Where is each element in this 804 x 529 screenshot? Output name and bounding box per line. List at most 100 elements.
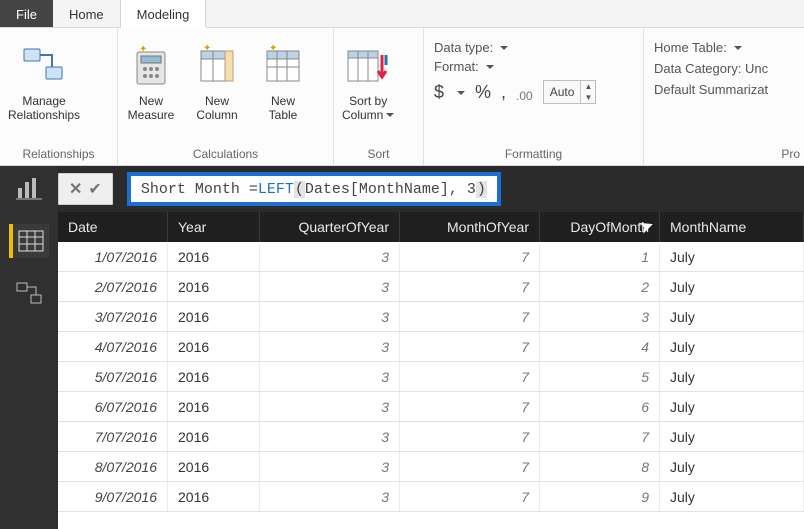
group-caption-relationships: Relationships xyxy=(0,145,117,165)
group-caption-calculations: Calculations xyxy=(118,145,333,165)
cell-monthname: July xyxy=(660,452,804,481)
report-view-button[interactable] xyxy=(9,172,49,206)
grid-body[interactable]: 1/07/20162016371July2/07/20162016372July… xyxy=(58,242,804,529)
cell-monthname: July xyxy=(660,242,804,271)
sort-icon xyxy=(346,38,390,94)
model-view-button[interactable] xyxy=(9,276,49,310)
data-category-label: Data Category: Unc xyxy=(654,61,768,76)
col-header-date[interactable]: Date xyxy=(58,212,168,242)
cell-month: 7 xyxy=(400,302,540,331)
format-dropdown[interactable] xyxy=(483,59,494,74)
cell-date: 3/07/2016 xyxy=(58,302,168,331)
cell-day: 8 xyxy=(540,452,660,481)
ribbon-group-properties: Home Table: Data Category: Unc Default S… xyxy=(644,28,804,165)
table-row[interactable]: 9/07/20162016379July xyxy=(58,482,804,512)
new-measure-label: New Measure xyxy=(128,94,175,122)
comma-button[interactable]: , xyxy=(501,82,506,103)
data-type-dropdown[interactable] xyxy=(497,40,508,55)
cancel-formula-button[interactable]: ✕ xyxy=(69,179,82,199)
cell-quarter: 3 xyxy=(260,482,400,511)
cell-day: 2 xyxy=(540,272,660,301)
formula-args: Dates[MonthName], 3 xyxy=(305,181,476,198)
currency-button[interactable]: $ xyxy=(434,82,444,103)
table-row[interactable]: 2/07/20162016372July xyxy=(58,272,804,302)
stepper-down-icon[interactable]: ▼ xyxy=(581,92,595,103)
col-header-quarter[interactable]: QuarterOfYear xyxy=(260,212,400,242)
formula-bar-row: ✕ ✔ Short Month = LEFT( Dates[MonthName]… xyxy=(0,166,804,212)
data-view-button[interactable] xyxy=(9,224,49,258)
table-row[interactable]: 4/07/20162016374July xyxy=(58,332,804,362)
cell-year: 2016 xyxy=(168,332,260,361)
cell-day: 1 xyxy=(540,242,660,271)
view-rail xyxy=(0,166,58,529)
new-measure-button[interactable]: ✦ New Measure xyxy=(118,34,184,145)
manage-relationships-button[interactable]: Manage Relationships xyxy=(0,34,88,145)
tab-strip: File Home Modeling xyxy=(0,0,804,28)
formula-actions: ✕ ✔ xyxy=(58,173,113,205)
home-table-dropdown[interactable] xyxy=(731,40,742,55)
table-row[interactable]: 8/07/20162016378July xyxy=(58,452,804,482)
tab-file[interactable]: File xyxy=(0,0,53,27)
cell-quarter: 3 xyxy=(260,422,400,451)
cell-day: 5 xyxy=(540,362,660,391)
table-row[interactable]: 7/07/20162016377July xyxy=(58,422,804,452)
new-column-button[interactable]: ✦ New Column xyxy=(184,34,250,145)
col-header-monthname[interactable]: MonthName xyxy=(660,212,804,242)
percent-button[interactable]: % xyxy=(475,82,491,103)
cell-date: 7/07/2016 xyxy=(58,422,168,451)
cell-month: 7 xyxy=(400,392,540,421)
cell-year: 2016 xyxy=(168,362,260,391)
group-caption-formatting: Formatting xyxy=(424,145,643,165)
ribbon-group-formatting: Data type: Format: $ % , .00 Auto ▲▼ For… xyxy=(424,28,644,165)
formula-input[interactable]: Short Month = LEFT( Dates[MonthName], 3 … xyxy=(127,172,501,206)
col-header-year[interactable]: Year xyxy=(168,212,260,242)
formula-prefix: Short Month = xyxy=(141,181,258,198)
relationship-icon xyxy=(16,282,42,304)
cell-day: 4 xyxy=(540,332,660,361)
grid-header: Date Year QuarterOfYear MonthOfYear DayO… xyxy=(58,212,804,242)
currency-dropdown[interactable] xyxy=(454,85,465,100)
formula-close-paren: ) xyxy=(476,181,487,198)
cell-quarter: 3 xyxy=(260,392,400,421)
data-grid: Date Year QuarterOfYear MonthOfYear DayO… xyxy=(58,212,804,529)
tab-home[interactable]: Home xyxy=(53,0,121,27)
table-row[interactable]: 6/07/20162016376July xyxy=(58,392,804,422)
sort-by-column-button[interactable]: Sort by Column xyxy=(334,34,402,145)
cell-year: 2016 xyxy=(168,482,260,511)
data-type-label: Data type: xyxy=(434,40,493,55)
formula-open-paren: ( xyxy=(294,181,305,198)
col-header-month[interactable]: MonthOfYear xyxy=(400,212,540,242)
group-caption-properties: Pro xyxy=(644,145,804,165)
cell-monthname: July xyxy=(660,392,804,421)
decimals-button[interactable]: .00 xyxy=(516,89,533,103)
new-table-label: New Table xyxy=(269,94,298,122)
commit-formula-button[interactable]: ✔ xyxy=(88,179,101,199)
cell-monthname: July xyxy=(660,272,804,301)
cell-quarter: 3 xyxy=(260,332,400,361)
tab-modeling[interactable]: Modeling xyxy=(121,0,207,28)
table-row[interactable]: 5/07/20162016375July xyxy=(58,362,804,392)
cell-day: 7 xyxy=(540,422,660,451)
ribbon: Manage Relationships Relationships ✦ New… xyxy=(0,28,804,166)
cell-quarter: 3 xyxy=(260,302,400,331)
cell-quarter: 3 xyxy=(260,272,400,301)
ribbon-group-sort: Sort by Column Sort xyxy=(334,28,424,165)
cell-date: 1/07/2016 xyxy=(58,242,168,271)
cell-quarter: 3 xyxy=(260,452,400,481)
svg-text:✦: ✦ xyxy=(269,45,277,54)
cell-date: 8/07/2016 xyxy=(58,452,168,481)
cell-year: 2016 xyxy=(168,242,260,271)
cell-date: 5/07/2016 xyxy=(58,362,168,391)
cell-date: 4/07/2016 xyxy=(58,332,168,361)
cell-quarter: 3 xyxy=(260,362,400,391)
svg-text:✦: ✦ xyxy=(139,44,147,55)
table-row[interactable]: 3/07/20162016373July xyxy=(58,302,804,332)
cell-date: 6/07/2016 xyxy=(58,392,168,421)
decimal-places-stepper[interactable]: Auto ▲▼ xyxy=(543,80,597,104)
new-column-label: New Column xyxy=(196,94,237,122)
table-row[interactable]: 1/07/20162016371July xyxy=(58,242,804,272)
stepper-up-icon[interactable]: ▲ xyxy=(581,81,595,92)
group-caption-sort: Sort xyxy=(334,145,423,165)
bar-chart-icon xyxy=(16,178,42,200)
new-table-button[interactable]: ✦ New Table xyxy=(250,34,316,145)
